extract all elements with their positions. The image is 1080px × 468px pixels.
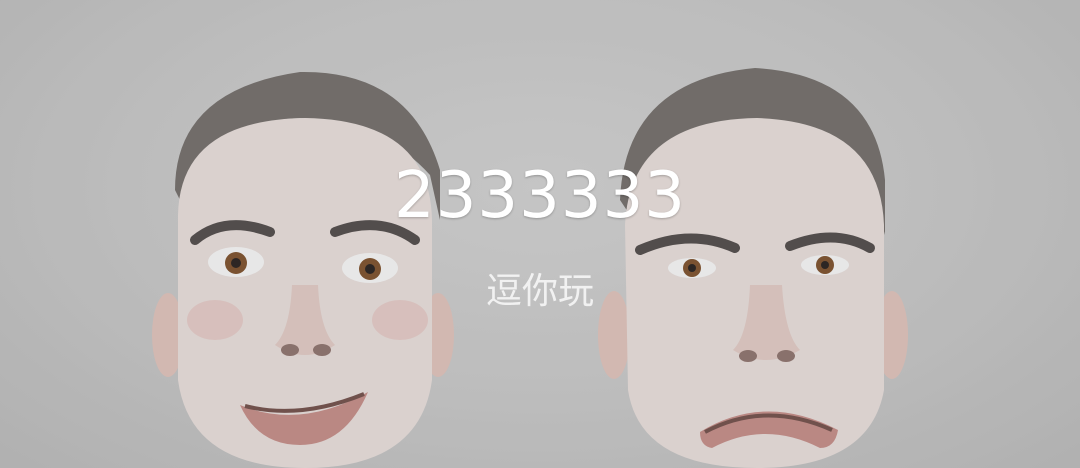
header-banner: 2333333 逗你玩: [0, 0, 1080, 468]
banner-title: 2333333: [393, 159, 687, 233]
banner-subtitle: 逗你玩: [485, 271, 594, 312]
image-dim-overlay: [0, 0, 1080, 468]
